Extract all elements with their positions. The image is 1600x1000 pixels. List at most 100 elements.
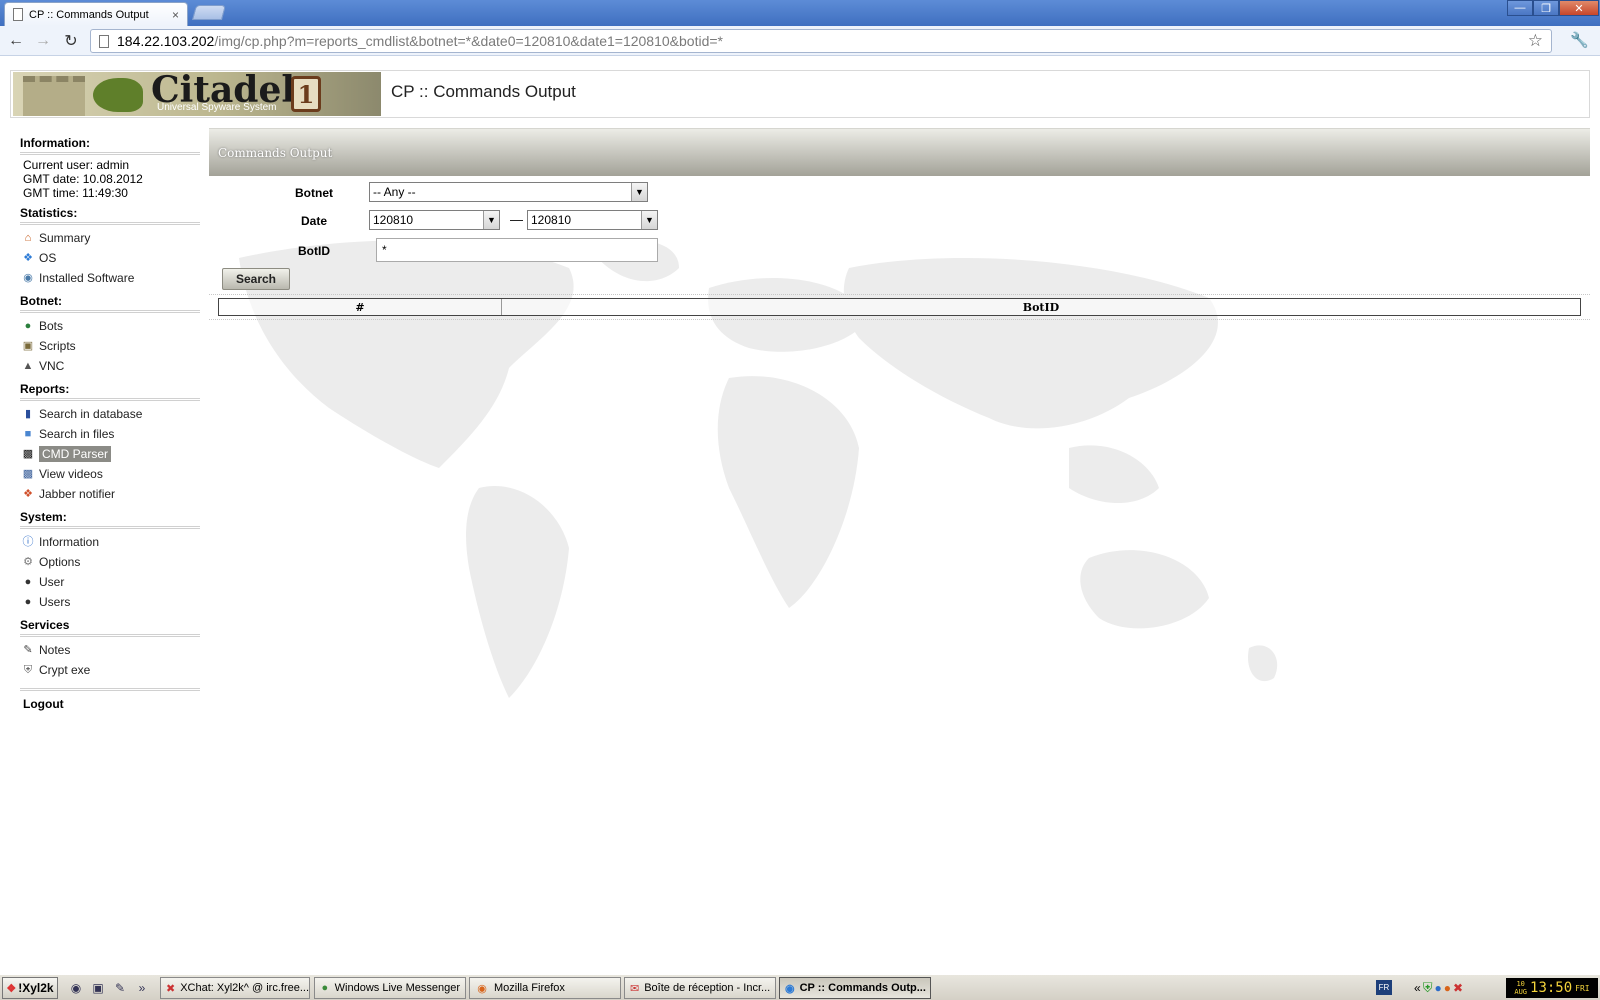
sidebar-item-cmd-parser[interactable]: ▩ CMD Parser: [20, 444, 200, 464]
minimize-icon[interactable]: —: [1507, 0, 1533, 16]
sidebar-item-label: Options: [39, 555, 81, 569]
xchat-tray-icon[interactable]: ✖: [1453, 981, 1463, 995]
back-arrow-icon[interactable]: ←: [5, 31, 27, 51]
gmt-time: GMT time: 11:49:30: [23, 186, 128, 200]
clock-weekday: FRI: [1575, 983, 1590, 993]
sidebar-item-search-database[interactable]: ▮ Search in database: [20, 404, 200, 424]
bookmark-star-icon[interactable]: ☆: [1528, 31, 1543, 51]
language-indicator[interactable]: FR: [1376, 980, 1392, 995]
sidebar-item-bots[interactable]: ● Bots: [20, 316, 200, 336]
sidebar-item-label: Crypt exe: [39, 663, 91, 677]
address-bar[interactable]: 184.22.103.202 /img/cp.php?m=reports_cmd…: [90, 29, 1552, 53]
forward-arrow-icon[interactable]: →: [32, 31, 54, 51]
botid-input[interactable]: *: [376, 238, 658, 262]
browser-tab-active[interactable]: CP :: Commands Output ×: [4, 2, 188, 26]
sidebar-item-user[interactable]: ● User: [20, 572, 200, 592]
gmt-date: GMT date: 10.08.2012: [23, 172, 143, 186]
restore-icon[interactable]: ❐: [1533, 0, 1559, 16]
user-info: Current user: admin GMT date: 10.08.2012…: [20, 158, 200, 200]
new-tab-button[interactable]: [191, 5, 227, 20]
sidebar-item-crypt-exe[interactable]: ⛨ Crypt exe: [20, 660, 200, 680]
gear-icon: ⚙: [23, 556, 33, 568]
sidebar-item-scripts[interactable]: ▣ Scripts: [20, 336, 200, 356]
date-label: Date: [300, 214, 327, 228]
globe-icon: ●: [24, 320, 32, 332]
taskbar-item-mail[interactable]: ✉ Boîte de réception - Incr...: [624, 977, 776, 999]
close-window-icon[interactable]: ✕: [1559, 0, 1599, 16]
sidebar-item-vnc[interactable]: ▲ VNC: [20, 356, 200, 376]
shield-icon: ⛨: [23, 664, 33, 676]
dragon-icon: [93, 78, 143, 112]
clipboard-icon: ▣: [22, 340, 34, 352]
windows-taskbar: ❖ !Xyl2k ◉ ▣ ✎ » ✖ XChat: Xyl2k^ @ irc.f…: [0, 974, 1600, 1000]
logout-link[interactable]: Logout: [20, 697, 200, 713]
search-button[interactable]: Search: [222, 268, 290, 290]
taskbar-item-label: Windows Live Messenger: [334, 982, 460, 994]
xchat-icon: ✖: [166, 982, 176, 995]
shield-icon[interactable]: ⛨: [1423, 980, 1433, 996]
taskbar-item-xchat[interactable]: ✖ XChat: Xyl2k^ @ irc.free...: [160, 977, 310, 999]
sidebar-item-label: View videos: [39, 467, 103, 481]
divider: [20, 310, 200, 313]
sidebar-heading-statistics: Statistics:: [20, 206, 78, 220]
divider: [20, 526, 200, 529]
user-icon: ●: [24, 576, 32, 588]
taskbar-item-label: Mozilla Firefox: [494, 982, 565, 994]
castle-icon: [23, 76, 85, 116]
sidebar-heading-reports: Reports:: [20, 382, 70, 396]
sidebar-item-os[interactable]: ❖ OS: [20, 248, 200, 268]
date-separator: —: [510, 212, 523, 227]
messenger-tray-icon[interactable]: ●: [1444, 981, 1451, 995]
taskbar-item-messenger[interactable]: ● Windows Live Messenger: [314, 977, 466, 999]
sidebar-item-notes[interactable]: ✎ Notes: [20, 640, 200, 660]
tab-close-icon[interactable]: ×: [172, 8, 179, 22]
column-header-botid[interactable]: BotID: [502, 299, 1580, 315]
info-icon: ⓘ: [22, 536, 34, 548]
sidebar-item-options[interactable]: ⚙ Options: [20, 552, 200, 572]
citadel-logo: Citadel 1 Universal Spyware System: [13, 72, 381, 116]
sidebar-heading-services: Services: [20, 618, 70, 632]
ie-icon[interactable]: ◉: [68, 980, 84, 996]
date-to-select[interactable]: 120810 ▼: [527, 210, 658, 230]
sidebar-item-label: Users: [39, 595, 71, 609]
divider: [209, 319, 1590, 320]
start-label: !Xyl2k: [18, 981, 54, 995]
users-icon: ●: [24, 596, 32, 608]
taskbar-item-firefox[interactable]: ◉ Mozilla Firefox: [469, 977, 621, 999]
system-clock[interactable]: 10 AUG 13:50 FRI: [1506, 978, 1598, 998]
paint-icon[interactable]: ✎: [112, 980, 128, 996]
folder-icon: ■: [24, 428, 32, 440]
wrench-icon[interactable]: 🔧: [1570, 31, 1589, 49]
system-tray: « ⛨ ● ● ✖ 10 AUG 13:50 FRI: [1414, 977, 1598, 999]
botnet-select[interactable]: -- Any -- ▼: [369, 182, 648, 202]
taskbar-item-chrome[interactable]: ◉ CP :: Commands Outp...: [779, 977, 931, 999]
column-header-number[interactable]: #: [219, 299, 502, 315]
reload-icon[interactable]: ↻: [60, 31, 82, 51]
sidebar-item-view-videos[interactable]: ▩ View videos: [20, 464, 200, 484]
media-player-icon[interactable]: ▣: [90, 980, 106, 996]
sidebar-item-search-files[interactable]: ■ Search in files: [20, 424, 200, 444]
quick-launch-more[interactable]: »: [134, 980, 150, 996]
sidebar-heading-information: Information:: [20, 136, 90, 150]
page-icon: [99, 34, 109, 48]
sidebar-item-installed-software[interactable]: ◉ Installed Software: [20, 268, 200, 288]
divider: [20, 398, 200, 401]
browser-titlebar: CP :: Commands Output × — ❐ ✕: [0, 0, 1600, 26]
sidebar-item-jabber-notifier[interactable]: ❖ Jabber notifier: [20, 484, 200, 504]
sidebar-item-information[interactable]: ⓘ Information: [20, 532, 200, 552]
chrome-icon: ◉: [785, 982, 795, 995]
tray-expand-icon[interactable]: «: [1414, 981, 1421, 995]
start-button[interactable]: ❖ !Xyl2k: [2, 977, 58, 999]
sidebar-item-summary[interactable]: ⌂ Summary: [20, 228, 200, 248]
network-icon[interactable]: ●: [1434, 981, 1441, 995]
sidebar: Information: Current user: admin GMT dat…: [20, 130, 200, 713]
botnet-select-value: -- Any --: [373, 185, 416, 199]
date-from-select[interactable]: 120810 ▼: [369, 210, 500, 230]
sidebar-item-label: User: [39, 575, 65, 589]
terminal-icon: ▩: [22, 448, 34, 460]
panel-title: Commands Output: [209, 128, 1590, 176]
page-title: CP :: Commands Output: [391, 82, 576, 101]
mail-icon: ✉: [630, 982, 640, 995]
sidebar-item-users[interactable]: ● Users: [20, 592, 200, 612]
software-icon: ◉: [23, 272, 33, 284]
